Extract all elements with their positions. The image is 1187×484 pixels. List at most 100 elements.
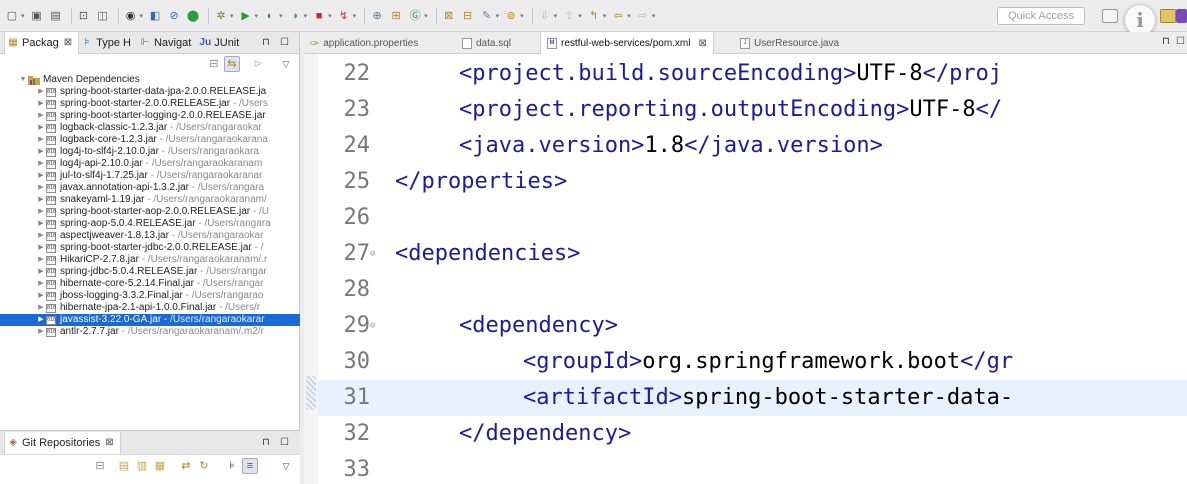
maximize-icon[interactable]: ☐ xyxy=(1176,36,1185,47)
collapsed-icon[interactable]: ▶ xyxy=(36,266,46,278)
external-tools-icon[interactable]: ◑ xyxy=(287,8,303,24)
tree-item-jar[interactable]: ▶ 010 spring-boot-starter-logging-2.0.0.RE… xyxy=(0,110,300,122)
refresh-icon[interactable]: ↻ xyxy=(196,458,212,474)
minimize-icon[interactable]: ⊓ xyxy=(262,37,270,48)
annotation-icon[interactable]: ⊚ xyxy=(503,8,519,24)
collapsed-icon[interactable]: ▶ xyxy=(36,122,46,134)
collapse-all-icon[interactable]: ⊟ xyxy=(206,56,222,72)
tab-pom-xml[interactable]: M restful-web-services/pom.xml ⊠ xyxy=(540,32,714,54)
tree-item-jar[interactable]: ▶ 010 javassist-3.22.0-GA.jar - /Users/ran… xyxy=(0,314,300,326)
save-icon[interactable]: ▣ xyxy=(29,8,45,24)
focus-icon[interactable]: ⊳ xyxy=(250,56,266,72)
console-icon[interactable]: ◧ xyxy=(147,8,163,24)
fold-toggle-icon[interactable]: ⊖ xyxy=(370,236,380,272)
code-line[interactable]: 31 <artifactId>spring-boot-starter-data- xyxy=(318,380,1187,416)
back-icon[interactable]: ⇦ xyxy=(610,8,626,24)
build-icon[interactable]: ◉ xyxy=(123,8,139,24)
collapsed-icon[interactable]: ▶ xyxy=(36,230,46,242)
tree-item-jar[interactable]: ▶ 010 antlr-2.7.7.jar - /Users/rangaraokar… xyxy=(0,326,300,338)
maximize-icon[interactable]: ☐ xyxy=(280,437,289,448)
code-line[interactable]: 33 xyxy=(318,452,1187,484)
open-perspective-icon[interactable] xyxy=(1102,9,1118,23)
last-edit-icon[interactable]: ↰ xyxy=(586,8,602,24)
tab-data-sql[interactable]: data.sql xyxy=(462,32,511,54)
tree-item-jar[interactable]: ▶ 010 logback-classic-1.2.3.jar - /Users/r… xyxy=(0,122,300,134)
view-menu-icon[interactable]: ▽ xyxy=(278,56,294,72)
tree-item-jar[interactable]: ▶ 010 aspectjweaver-1.8.13.jar - /Users/ra… xyxy=(0,230,300,242)
relaunch-dropdown-icon[interactable]: ▾ xyxy=(353,12,357,20)
create-repository-icon[interactable]: ▦ xyxy=(152,458,168,474)
collapsed-icon[interactable]: ▶ xyxy=(36,134,46,146)
collapsed-icon[interactable]: ▶ xyxy=(36,290,46,302)
next-annotation-dropdown-icon[interactable]: ▾ xyxy=(554,12,558,20)
clone-repository-icon[interactable]: ▥ xyxy=(134,458,150,474)
properties-icon[interactable]: ⊡ xyxy=(76,8,92,24)
quick-access-input[interactable]: Quick Access xyxy=(997,7,1085,25)
collapsed-icon[interactable]: ▶ xyxy=(36,86,46,98)
tree-item-jar[interactable]: ▶ 010 jul-to-slf4j-1.7.25.jar - /Users/ran… xyxy=(0,170,300,182)
tab-package-explorer[interactable]: ▦ Packag ⊠ xyxy=(4,31,80,54)
tab-junit[interactable]: Ju JUnit xyxy=(197,32,245,54)
open-icon[interactable]: ◫ xyxy=(95,8,111,24)
collapsed-icon[interactable]: ▶ xyxy=(36,206,46,218)
run-icon[interactable]: ▶ xyxy=(238,8,254,24)
java-ee-perspective-icon[interactable] xyxy=(1160,9,1176,23)
relaunch-icon[interactable]: ↯ xyxy=(336,8,352,24)
collapsed-icon[interactable]: ▶ xyxy=(36,146,46,158)
close-icon[interactable]: ⊠ xyxy=(698,38,706,49)
collapsed-icon[interactable]: ▶ xyxy=(36,326,46,338)
tree-item-jar[interactable]: ▶ 010 spring-boot-starter-2.0.0.RELEASE.ja… xyxy=(0,98,300,110)
tree-item-jar[interactable]: ▶ 010 spring-boot-starter-jdbc-2.0.0.RELEA… xyxy=(0,242,300,254)
tree-item-jar[interactable]: ▶ 010 snakeyaml-1.19.jar - /Users/rangarao… xyxy=(0,194,300,206)
new-class-dropdown-icon[interactable]: ▾ xyxy=(424,12,428,20)
collapsed-icon[interactable]: ▶ xyxy=(36,98,46,110)
collapsed-icon[interactable]: ▶ xyxy=(36,242,46,254)
collapse-all-icon[interactable]: ⊟ xyxy=(92,458,108,474)
link-with-editor-icon[interactable]: ⇆ xyxy=(224,56,240,72)
tree-item-jar[interactable]: ▶ 010 hibernate-core-5.2.14.Final.jar - /U… xyxy=(0,278,300,290)
minimize-icon[interactable]: ⊓ xyxy=(262,437,270,448)
code-line[interactable]: 27 ⊖ <dependencies> xyxy=(318,236,1187,272)
save-all-icon[interactable]: ▤ xyxy=(48,8,64,24)
new-class-icon[interactable]: Ⓖ xyxy=(407,8,423,24)
new-dropdown-icon[interactable]: ▾ xyxy=(21,12,25,20)
tree-item-jar[interactable]: ▶ 010 spring-aop-5.0.4.RELEASE.jar - /User… xyxy=(0,218,300,230)
new-java-project-icon[interactable]: ⊕ xyxy=(369,8,385,24)
tree-item-jar[interactable]: ▶ 010 javax.annotation-api-1.3.2.jar - /Us… xyxy=(0,182,300,194)
collapsed-icon[interactable]: ▶ xyxy=(36,182,46,194)
code-line[interactable]: 30 <groupId>org.springframework.boot</gr xyxy=(318,344,1187,380)
tree-item-jar[interactable]: ▶ 010 log4j-to-slf4j-2.10.0.jar - /Users/r… xyxy=(0,146,300,158)
code-line[interactable]: 22 <project.build.sourceEncoding>UTF-8</p… xyxy=(318,56,1187,92)
open-task-icon[interactable]: ⊟ xyxy=(460,8,476,24)
collapsed-icon[interactable]: ▶ xyxy=(36,194,46,206)
debug-icon[interactable]: ✲ xyxy=(213,8,229,24)
tree-item-jar[interactable]: ▶ 010 spring-boot-starter-data-jpa-2.0.0.R… xyxy=(0,86,300,98)
collapsed-icon[interactable]: ▶ xyxy=(36,170,46,182)
code-editor[interactable]: 22 <project.build.sourceEncoding>UTF-8</p… xyxy=(304,54,1187,484)
new-icon[interactable]: ▢ xyxy=(4,8,20,24)
minimize-icon[interactable]: ⊓ xyxy=(1162,36,1170,47)
java-perspective-icon[interactable] xyxy=(1176,9,1187,23)
hierarchical-layout-icon[interactable]: ⊧ xyxy=(224,458,240,474)
tree-item-jar[interactable]: ▶ 010 HikariCP-2.7.8.jar - /Users/rangarao… xyxy=(0,254,300,266)
new-package-icon[interactable]: ⊞ xyxy=(388,8,404,24)
tab-git-repositories[interactable]: ◈ Git Repositories ⊠ xyxy=(4,431,121,454)
search-icon[interactable]: ✎ xyxy=(479,8,495,24)
maximize-icon[interactable]: ☐ xyxy=(280,37,289,48)
build-dropdown-icon[interactable]: ▾ xyxy=(140,12,144,20)
next-annotation-icon[interactable]: ⇩ xyxy=(537,8,553,24)
tree-item-jar[interactable]: ▶ 010 logback-core-1.2.3.jar - /Users/rang… xyxy=(0,134,300,146)
tab-application-properties[interactable]: ✑ application.properties xyxy=(310,32,418,54)
back-dropdown-icon[interactable]: ▾ xyxy=(627,12,631,20)
tab-user-resource-java[interactable]: J UserResource.java xyxy=(740,32,839,54)
collapsed-icon[interactable]: ▶ xyxy=(36,110,46,122)
collapsed-icon[interactable]: ▶ xyxy=(36,218,46,230)
collapsed-icon[interactable]: ▶ xyxy=(36,254,46,266)
code-line[interactable]: 25 </properties> xyxy=(318,164,1187,200)
run-dropdown-icon[interactable]: ▾ xyxy=(255,12,259,20)
tree-item-jar[interactable]: ▶ 010 jboss-logging-3.3.2.Final.jar - /Use… xyxy=(0,290,300,302)
collapsed-icon[interactable]: ▶ xyxy=(36,302,46,314)
tab-type-hierarchy[interactable]: ⊧ Type H xyxy=(79,32,137,54)
forward-dropdown-icon[interactable]: ▾ xyxy=(652,12,656,20)
fold-toggle-icon[interactable]: ⊖ xyxy=(370,308,380,344)
